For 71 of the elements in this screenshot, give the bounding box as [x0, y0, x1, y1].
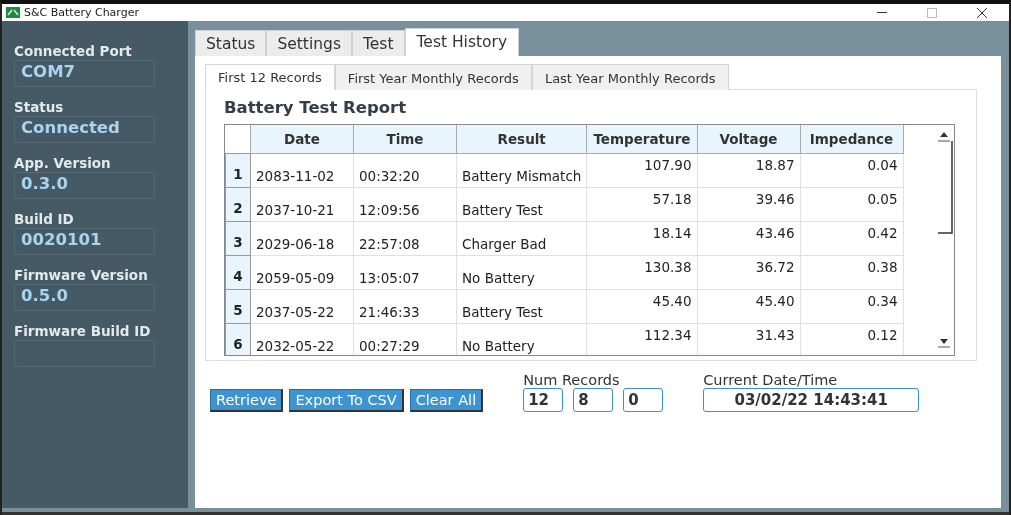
field-label: Firmware Build ID	[14, 323, 152, 339]
value-field: 0.5.0	[14, 284, 155, 311]
tab[interactable]: Settings	[266, 30, 352, 56]
tab[interactable]: First Year Monthly Records	[334, 64, 532, 90]
row-header: 5	[225, 289, 251, 324]
row-header: 1	[225, 153, 251, 188]
table-cell: 0.05	[800, 187, 903, 222]
column-header: Result	[456, 125, 587, 154]
table-cell: 43.46	[697, 221, 800, 256]
table-cell: 2059-05-09	[250, 255, 354, 290]
table-cell: Battery Test	[456, 187, 587, 222]
table-cell: Battery Mismatch	[456, 153, 587, 188]
row-header: 6	[225, 323, 251, 355]
datetime-field[interactable]: 03/02/22 14:43:41	[703, 388, 920, 412]
tab[interactable]: Test History	[404, 28, 520, 56]
datetime-label: Current Date/Time	[703, 372, 839, 388]
row-header: 3	[225, 221, 251, 256]
value-field: 0.3.0	[14, 172, 155, 199]
table-cell: 107.90	[586, 153, 697, 188]
close-icon[interactable]	[977, 7, 987, 18]
table-cell: 2083-11-02	[250, 153, 354, 188]
table-cell: 22:57:08	[353, 221, 457, 256]
table-cell: 130.38	[586, 255, 697, 290]
field-label: App. Version	[14, 155, 112, 171]
table-cell: 0.38	[800, 255, 903, 290]
value-field: COM7	[14, 60, 155, 87]
table-cell: 13:05:07	[353, 255, 457, 290]
table-cell: 2037-05-22	[250, 289, 354, 324]
column-header: Temperature	[586, 125, 697, 154]
field-label: Connected Port	[14, 43, 133, 59]
field-label: Firmware Version	[14, 267, 149, 283]
table-cell: 18.14	[586, 221, 697, 256]
table-cell: 45.40	[586, 289, 697, 324]
input-field[interactable]: 8	[573, 388, 614, 412]
input-field[interactable]: 0	[623, 388, 664, 412]
table-cell: No Battery	[456, 255, 587, 290]
column-header: Voltage	[697, 125, 800, 154]
value-field: Connected	[14, 116, 155, 143]
column-header: Time	[353, 125, 457, 154]
table-cell: Battery Test	[456, 289, 587, 324]
input-field[interactable]: 12	[523, 388, 564, 412]
table-cell: 21:46:33	[353, 289, 457, 324]
tab[interactable]: Status	[195, 30, 267, 56]
field-label: Build ID	[14, 211, 75, 227]
table-cell: 2029-06-18	[250, 221, 354, 256]
row-header: 2	[225, 187, 251, 222]
table-cell: 0.04	[800, 153, 903, 188]
num-records-label: Num Records	[523, 372, 621, 388]
row-header: 4	[225, 255, 251, 290]
table-cell: 45.40	[697, 289, 800, 324]
report-title: Battery Test Report	[224, 98, 408, 117]
table-cell: 12:09:56	[353, 187, 457, 222]
table-cell: 00:32:20	[353, 153, 457, 188]
tab[interactable]: First 12 Records	[205, 64, 335, 90]
table-cell: Charger Bad	[456, 221, 587, 256]
table-cell: 57.18	[586, 187, 697, 222]
table-cell: 39.46	[697, 187, 800, 222]
window-title: S&C Battery Charger	[24, 6, 140, 19]
tab[interactable]: Last Year Monthly Records	[531, 64, 729, 90]
table-cell: 18.87	[697, 153, 800, 188]
table-cell: 36.72	[697, 255, 800, 290]
field-label: Status	[14, 99, 65, 115]
tab[interactable]: Test	[352, 30, 405, 56]
minimize-icon[interactable]	[877, 11, 887, 14]
column-header: Impedance	[800, 125, 903, 154]
value-field: 0020101	[14, 228, 155, 255]
table-cell: 0.34	[800, 289, 903, 324]
table-cell: 0.42	[800, 221, 903, 256]
column-header: Date	[250, 125, 354, 154]
table-cell: 2037-10-21	[250, 187, 354, 222]
app-logo-icon	[6, 7, 20, 18]
